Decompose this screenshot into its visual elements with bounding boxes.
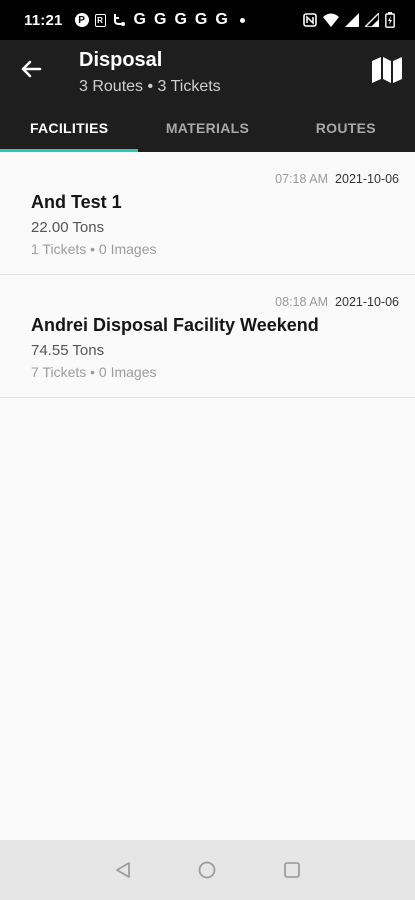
item-meta: 1 Tickets • 0 Images: [31, 241, 157, 257]
signal-icon: [365, 13, 379, 27]
item-meta: 7 Tickets • 0 Images: [31, 364, 157, 380]
page-title: Disposal: [79, 49, 163, 71]
r-icon: R: [94, 13, 106, 27]
nav-home-button[interactable]: [177, 840, 237, 900]
app-bar: Disposal 3 Routes • 3 Tickets FACILITIES…: [0, 40, 415, 152]
item-time: 07:18 AM: [275, 172, 328, 186]
fork-icon: [112, 12, 126, 28]
item-time: 08:18 AM: [275, 295, 328, 309]
page-subtitle: 3 Routes • 3 Tickets: [79, 78, 221, 95]
g-icon: G: [174, 11, 187, 28]
tab-bar: FACILITIES MATERIALS ROUTES: [0, 104, 415, 152]
item-facility-name: Andrei Disposal Facility Weekend: [31, 315, 319, 335]
system-nav-bar: [0, 840, 415, 900]
arrow-left-icon: [21, 60, 42, 78]
g-icon: G: [154, 11, 167, 28]
map-icon: [372, 57, 402, 83]
status-time: 11:21: [24, 11, 63, 29]
list-item[interactable]: 08:18 AM 2021-10-06 Andrei Disposal Faci…: [0, 275, 415, 398]
signal-icon: [345, 13, 359, 27]
back-triangle-icon: [116, 862, 130, 878]
g-icon: G: [215, 11, 228, 28]
tab-materials[interactable]: MATERIALS: [138, 104, 276, 152]
item-date: 2021-10-06: [335, 172, 399, 186]
nav-recents-button[interactable]: [262, 840, 322, 900]
tab-facilities[interactable]: FACILITIES: [0, 104, 138, 152]
nav-back-button[interactable]: [93, 840, 153, 900]
g-icon: G: [133, 11, 146, 28]
item-facility-name: And Test 1: [31, 192, 122, 212]
list-item[interactable]: 07:18 AM 2021-10-06 And Test 1 22.00 Ton…: [0, 152, 415, 275]
tab-routes[interactable]: ROUTES: [277, 104, 415, 152]
battery-icon: [385, 12, 395, 28]
wifi-icon: [323, 13, 339, 27]
home-circle-icon: [198, 861, 216, 879]
back-button[interactable]: [16, 54, 46, 84]
nfc-icon: [303, 13, 317, 27]
facility-list: 07:18 AM 2021-10-06 And Test 1 22.00 Ton…: [0, 152, 415, 398]
g-icon: G: [194, 11, 208, 28]
recents-square-icon: [284, 862, 300, 878]
item-date: 2021-10-06: [335, 295, 399, 309]
item-weight: 74.55 Tons: [31, 342, 105, 359]
status-bar: 11:21 P R G G G G G: [0, 0, 415, 40]
more-notifications-dot-icon: [239, 17, 245, 23]
item-weight: 22.00 Tons: [31, 219, 105, 236]
p-icon: P: [74, 13, 89, 27]
map-button[interactable]: [369, 54, 405, 86]
